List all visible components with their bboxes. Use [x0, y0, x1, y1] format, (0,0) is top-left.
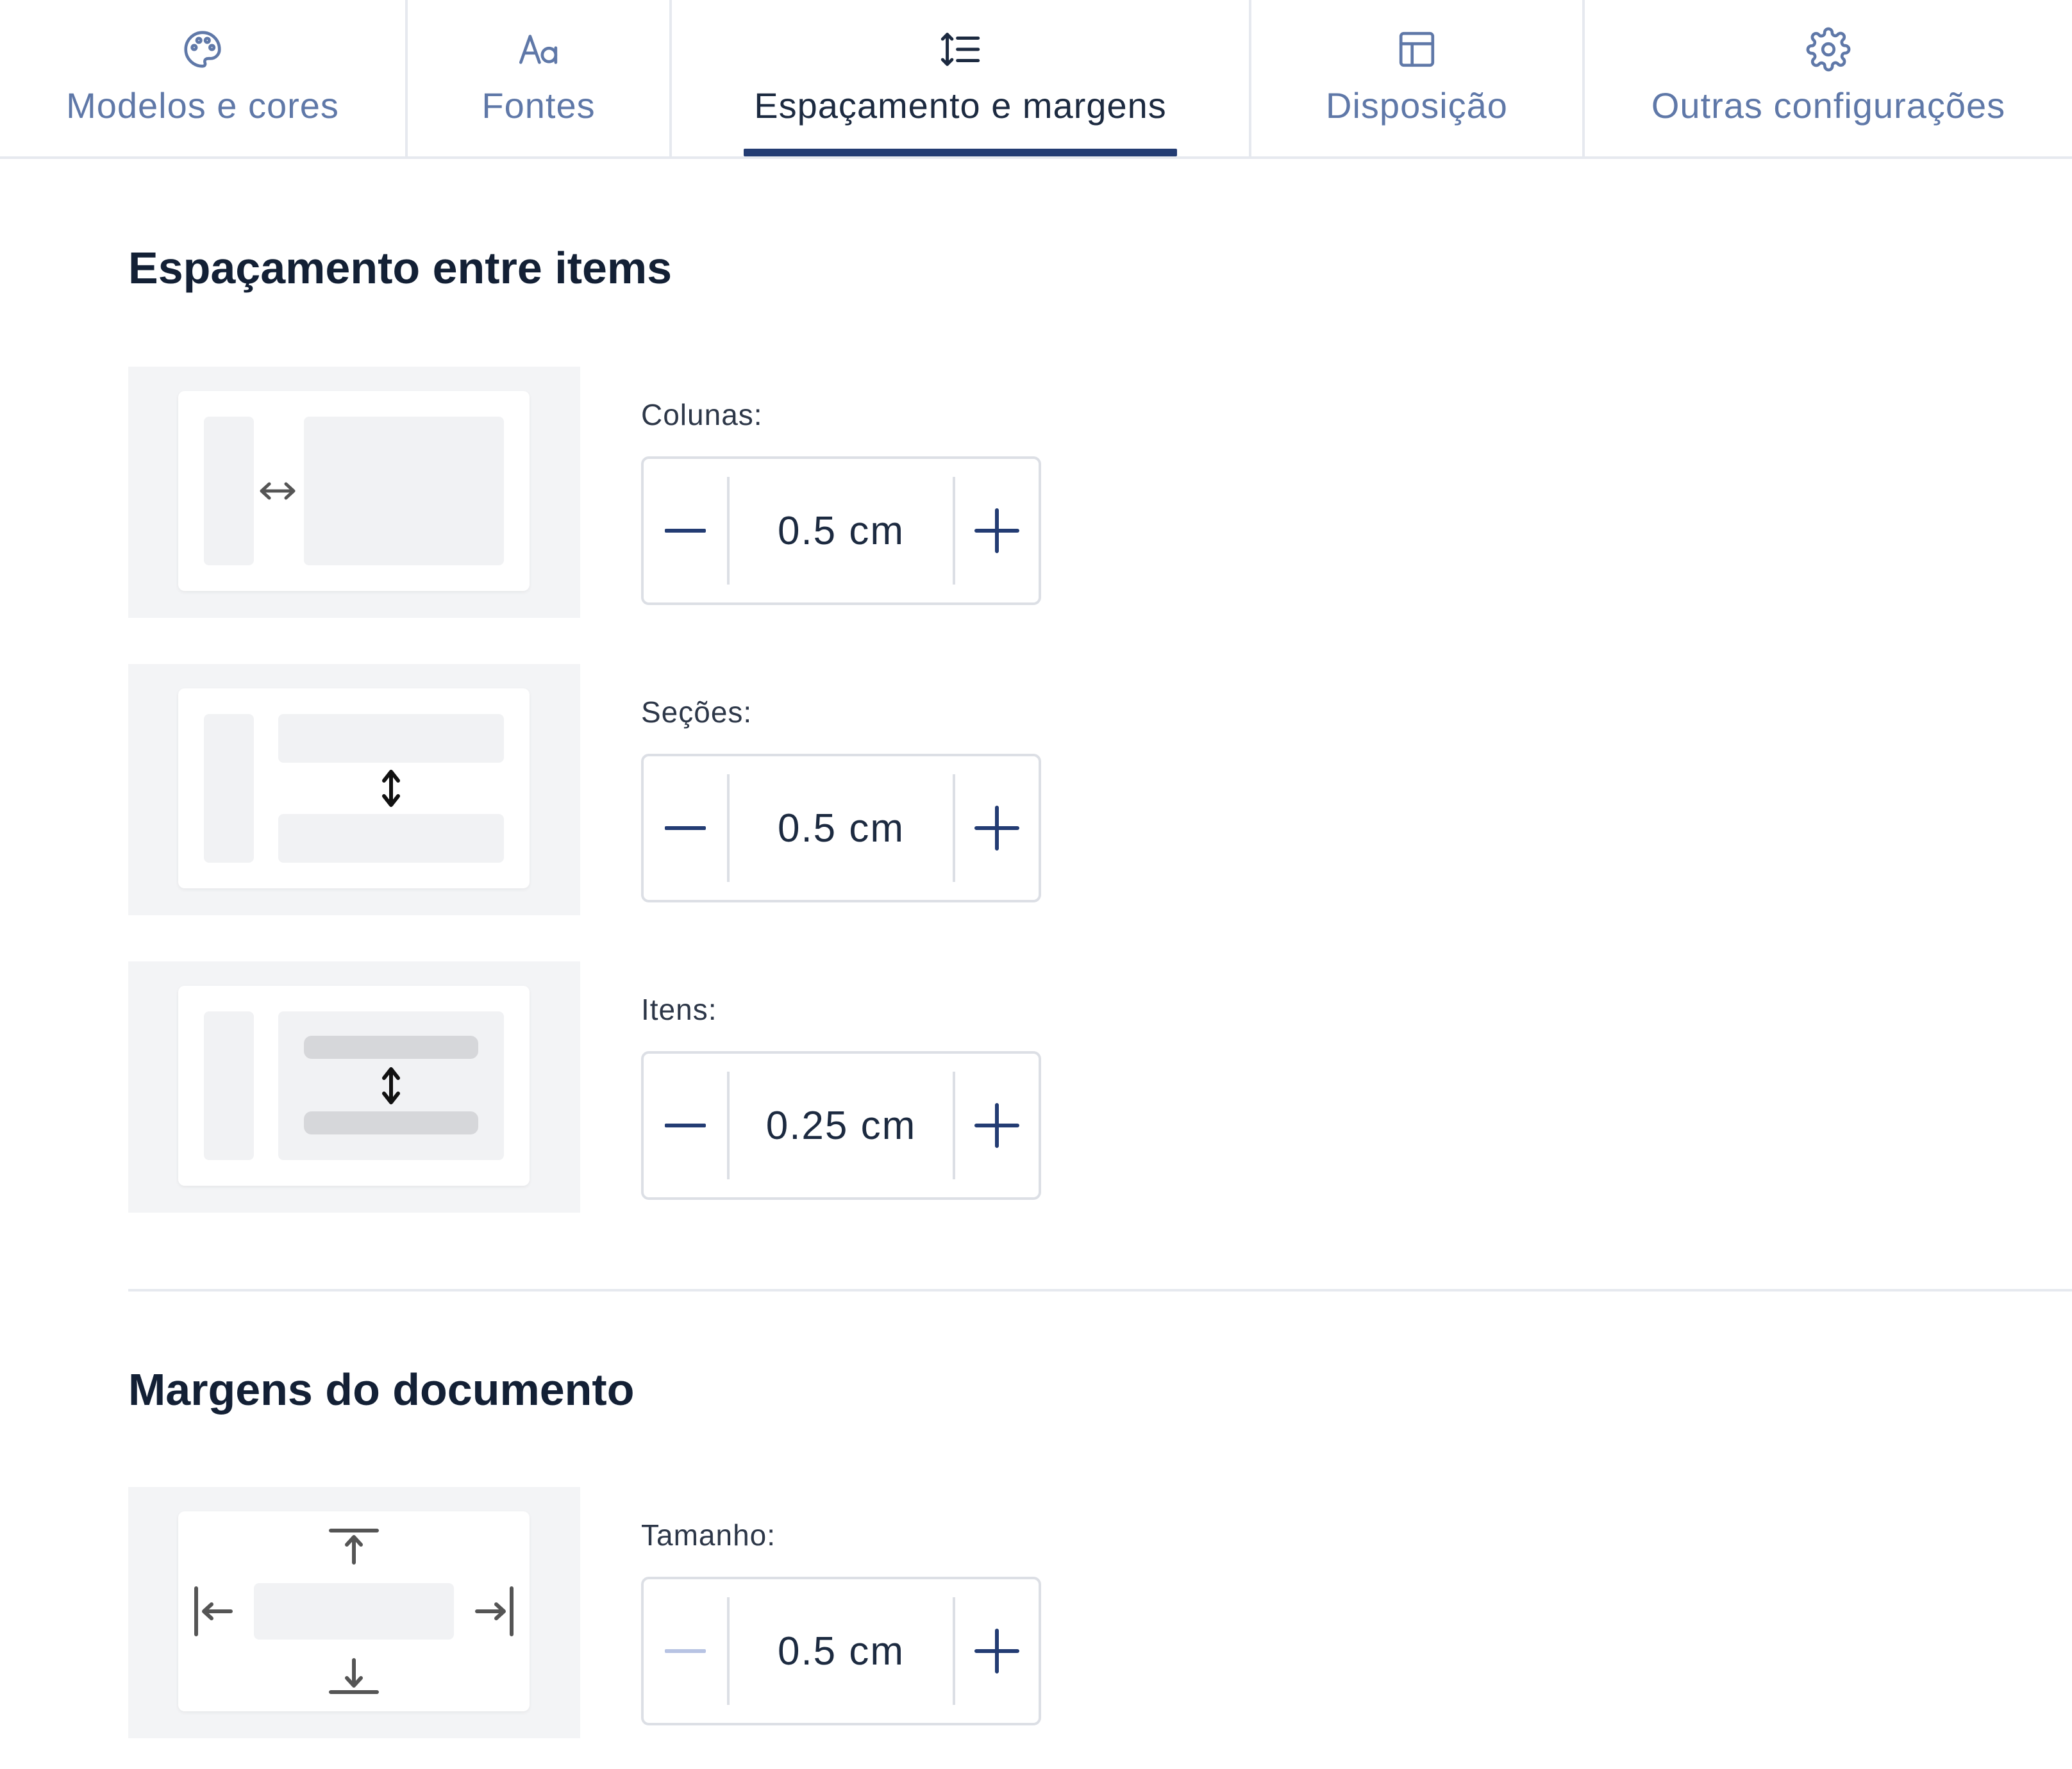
- margin-size-increase-button[interactable]: [955, 1579, 1039, 1723]
- items-spacing-illustration: [128, 961, 580, 1213]
- section-divider: [128, 1289, 2072, 1291]
- tab-fonts[interactable]: Fontes: [408, 0, 672, 156]
- columns-increase-button[interactable]: [955, 459, 1039, 602]
- illustration-section-block: [278, 814, 504, 863]
- vertical-arrow-icon: [382, 1067, 400, 1104]
- items-value[interactable]: 0.25 cm: [730, 1054, 953, 1197]
- columns-label: Colunas:: [641, 398, 763, 431]
- illustration-item-bar: [304, 1111, 478, 1134]
- columns-decrease-button[interactable]: [644, 459, 727, 602]
- arrow-up-to-bar-icon: [329, 1529, 379, 1565]
- tab-label: Espaçamento e margens: [754, 85, 1167, 126]
- margin-size-decrease-button[interactable]: [644, 1579, 727, 1723]
- palette-icon: [180, 27, 225, 72]
- tab-spacing-margins[interactable]: Espaçamento e margens: [672, 0, 1251, 156]
- tab-label: Fontes: [481, 85, 596, 126]
- columns-stepper: 0.5 cm: [641, 456, 1041, 605]
- margin-size-row: Tamanho: 0.5 cm: [128, 1487, 1045, 1738]
- tab-other-settings[interactable]: Outras configurações: [1585, 0, 2072, 156]
- margin-size-illustration: [128, 1487, 580, 1738]
- plus-icon: [974, 806, 1019, 851]
- minus-icon: [665, 1649, 706, 1653]
- horizontal-arrow-icon: [260, 482, 296, 500]
- illustration-section-block: [278, 714, 504, 763]
- items-label: Itens:: [641, 993, 717, 1026]
- layout-icon: [1394, 27, 1439, 72]
- gear-icon: [1806, 27, 1851, 72]
- arrow-down-to-bar-icon: [329, 1658, 379, 1694]
- tab-layout[interactable]: Disposição: [1251, 0, 1585, 156]
- tab-templates-colors[interactable]: Modelos e cores: [0, 0, 408, 156]
- minus-icon: [665, 1124, 706, 1127]
- columns-spacing-illustration: [128, 367, 580, 618]
- spacing-section-title: Espaçamento entre items: [128, 243, 673, 293]
- illustration-sidebar-block: [204, 1011, 254, 1160]
- sections-increase-button[interactable]: [955, 756, 1039, 900]
- sections-label: Seções:: [641, 695, 753, 729]
- minus-icon: [665, 826, 706, 830]
- plus-icon: [974, 508, 1019, 553]
- items-decrease-button[interactable]: [644, 1054, 727, 1197]
- illustration-sidebar-block: [204, 714, 254, 863]
- vertical-arrow-icon: [382, 770, 400, 807]
- arrow-right-to-bar-icon: [475, 1586, 514, 1636]
- tab-label: Outras configurações: [1651, 85, 2006, 126]
- illustration-page: [178, 391, 530, 591]
- arrow-left-to-bar-icon: [194, 1586, 233, 1636]
- sections-spacing-illustration: [128, 664, 580, 915]
- illustration-page: [178, 986, 530, 1186]
- items-increase-button[interactable]: [955, 1054, 1039, 1197]
- illustration-main-block: [304, 417, 504, 565]
- plus-icon: [974, 1103, 1019, 1148]
- sections-value[interactable]: 0.5 cm: [730, 756, 953, 900]
- active-tab-underline: [744, 149, 1177, 156]
- sections-spacing-row: Seções: 0.5 cm: [128, 664, 1045, 915]
- illustration-item-bar: [304, 1036, 478, 1059]
- columns-spacing-row: Colunas: 0.5 cm: [128, 367, 1045, 618]
- sections-stepper: 0.5 cm: [641, 754, 1041, 902]
- items-stepper: 0.25 cm: [641, 1051, 1041, 1200]
- illustration-page: [178, 688, 530, 888]
- margin-size-value[interactable]: 0.5 cm: [730, 1579, 953, 1723]
- plus-icon: [974, 1629, 1019, 1673]
- columns-value[interactable]: 0.5 cm: [730, 459, 953, 602]
- illustration-page: [178, 1511, 530, 1711]
- margins-section-title: Margens do documento: [128, 1365, 635, 1415]
- illustration-sidebar-block: [204, 417, 254, 565]
- tab-label: Disposição: [1326, 85, 1508, 126]
- items-spacing-row: Itens: 0.25 cm: [128, 961, 1045, 1213]
- font-aa-icon: [516, 27, 561, 72]
- margin-size-label: Tamanho:: [641, 1518, 776, 1552]
- sections-decrease-button[interactable]: [644, 756, 727, 900]
- margin-size-stepper: 0.5 cm: [641, 1577, 1041, 1725]
- illustration-content-block: [254, 1583, 454, 1640]
- minus-icon: [665, 529, 706, 533]
- line-spacing-icon: [938, 27, 983, 72]
- settings-tabs: Modelos e cores Fontes Espaçamento e mar…: [0, 0, 2072, 159]
- tab-label: Modelos e cores: [66, 85, 339, 126]
